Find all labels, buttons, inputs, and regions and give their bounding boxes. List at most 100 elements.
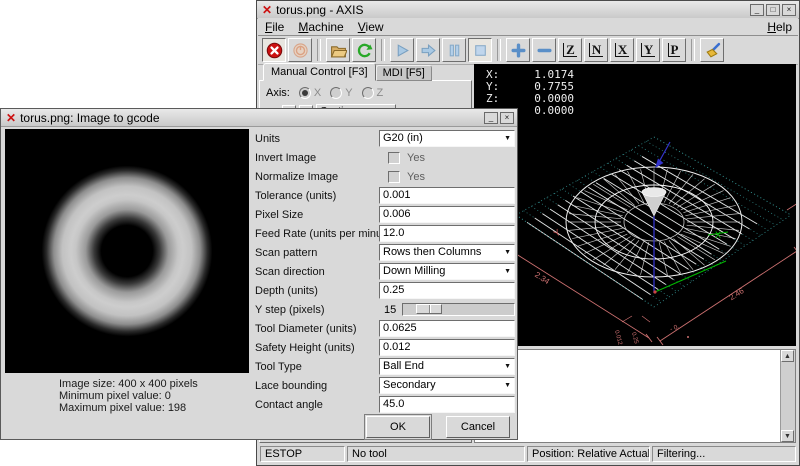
position-status: Position: Relative Actual bbox=[527, 446, 650, 462]
toolbar: ZNXYP bbox=[258, 36, 798, 65]
scan-direction-label: Scan direction bbox=[255, 266, 379, 278]
form-row-y-step-pixels: Y step (pixels)15 bbox=[255, 300, 517, 319]
chevron-down-icon: ▼ bbox=[504, 245, 511, 260]
maximize-button[interactable]: □ bbox=[766, 4, 780, 16]
tab-manual-control-f3[interactable]: Manual Control [F3] bbox=[263, 63, 376, 81]
view-y-button[interactable]: Y bbox=[636, 38, 660, 62]
task-status: Filtering... bbox=[652, 446, 796, 462]
depth-units-label: Depth (units) bbox=[255, 285, 379, 297]
safety-height-units-entry[interactable]: 0.012 bbox=[379, 339, 515, 356]
pause-icon bbox=[446, 42, 463, 59]
depth-units-entry[interactable]: 0.25 bbox=[379, 282, 515, 299]
tool-type-select[interactable]: Ball End▼ bbox=[379, 358, 515, 375]
stop-icon bbox=[472, 42, 489, 59]
chevron-down-icon: ▼ bbox=[504, 378, 511, 393]
form-row-safety-height-units: Safety Height (units)0.012 bbox=[255, 338, 517, 357]
units-select[interactable]: G20 (in)▼ bbox=[379, 130, 515, 147]
cancel-button[interactable]: Cancel bbox=[446, 416, 510, 438]
svg-text:0.25: 0.25 bbox=[630, 332, 639, 345]
units-label: Units bbox=[255, 133, 379, 145]
clear-plot-button[interactable] bbox=[700, 38, 724, 62]
zoom-out-button[interactable] bbox=[532, 38, 556, 62]
view-z-rotated-icon: N bbox=[589, 43, 603, 57]
scrollbar[interactable]: ▲ ▼ bbox=[780, 350, 795, 442]
menu-item-machine[interactable]: Machine bbox=[291, 19, 350, 35]
feed-rate-units-per-minute-entry[interactable]: 12.0 bbox=[379, 225, 515, 242]
view-z-rotated-button[interactable]: N bbox=[584, 38, 608, 62]
form-row-lace-bounding: Lace boundingSecondary▼ bbox=[255, 376, 517, 395]
view-perspective-button[interactable]: P bbox=[662, 38, 686, 62]
open-file-button[interactable] bbox=[326, 38, 350, 62]
y-step-pixels-label: Y step (pixels) bbox=[255, 304, 379, 316]
toolbar-separator bbox=[317, 39, 321, 61]
stop-button[interactable] bbox=[468, 38, 492, 62]
machine-power-button[interactable] bbox=[288, 38, 312, 62]
torus-image-preview bbox=[5, 129, 249, 373]
tolerance-units-entry[interactable]: 0.001 bbox=[379, 187, 515, 204]
minimize-button[interactable]: _ bbox=[750, 4, 764, 16]
step-button[interactable] bbox=[416, 38, 440, 62]
scan-direction-select[interactable]: Down Milling▼ bbox=[379, 263, 515, 280]
estop-status: ESTOP bbox=[260, 446, 345, 462]
estop-button[interactable] bbox=[262, 38, 286, 62]
normalize-image-checkbox[interactable] bbox=[388, 171, 400, 183]
lace-bounding-value: Secondary bbox=[383, 378, 436, 393]
pixel-size-entry[interactable]: 0.006 bbox=[379, 206, 515, 223]
view-x-button[interactable]: X bbox=[610, 38, 634, 62]
reload-button[interactable] bbox=[352, 38, 376, 62]
pause-button[interactable] bbox=[442, 38, 466, 62]
close-button[interactable]: × bbox=[500, 112, 514, 124]
menu-item-file[interactable]: File bbox=[258, 19, 291, 35]
toolbar-separator bbox=[691, 39, 695, 61]
axis-radio-y[interactable] bbox=[330, 87, 342, 99]
normalize-image-label: Normalize Image bbox=[255, 171, 379, 183]
contact-angle-label: Contact angle bbox=[255, 399, 379, 411]
view-y-icon: Y bbox=[641, 43, 655, 57]
gcode-listing[interactable]: ▲ ▼ bbox=[474, 349, 796, 443]
tool-diameter-units-entry[interactable]: 0.0625 bbox=[379, 320, 515, 337]
slider-handle[interactable] bbox=[416, 304, 442, 314]
chevron-down-icon: ▼ bbox=[504, 131, 511, 146]
minimize-button[interactable]: _ bbox=[484, 112, 498, 124]
form-row-tolerance-units: Tolerance (units)0.001 bbox=[255, 186, 517, 205]
zoom-in-button[interactable] bbox=[506, 38, 530, 62]
dialog-titlebar[interactable]: ✕ torus.png: Image to gcode _× bbox=[1, 109, 517, 127]
form-row-units: UnitsG20 (in)▼ bbox=[255, 129, 517, 148]
invert-image-label: Invert Image bbox=[255, 152, 379, 164]
chevron-down-icon: ▼ bbox=[504, 264, 511, 279]
menubar: FileMachineView Help bbox=[258, 18, 798, 36]
tool-status: No tool bbox=[347, 446, 525, 462]
gcode-settings-form: UnitsG20 (in)▼Invert ImageYesNormalize I… bbox=[255, 129, 517, 414]
contact-angle-entry[interactable]: 45.0 bbox=[379, 396, 515, 413]
form-row-normalize-image: Normalize ImageYes bbox=[255, 167, 517, 186]
tab-mdi-f5[interactable]: MDI [F5] bbox=[376, 65, 432, 81]
close-button[interactable]: × bbox=[782, 4, 796, 16]
view-x-icon: X bbox=[615, 43, 629, 57]
menu-item-help[interactable]: Help bbox=[761, 19, 798, 35]
ok-button[interactable]: OK bbox=[366, 416, 430, 438]
menu-item-view[interactable]: View bbox=[351, 19, 391, 35]
scroll-up-arrow[interactable]: ▲ bbox=[781, 350, 794, 362]
axis-radio-z[interactable] bbox=[362, 87, 374, 99]
view-z-button[interactable]: Z bbox=[558, 38, 582, 62]
svg-text:- 0.: - 0. bbox=[669, 323, 680, 333]
toolbar-separator bbox=[381, 39, 385, 61]
image-info: Image size: 400 x 400 pixelsMinimum pixe… bbox=[59, 378, 198, 414]
estop-icon bbox=[266, 42, 283, 59]
invert-image-checkbox[interactable] bbox=[388, 152, 400, 164]
run-button[interactable] bbox=[390, 38, 414, 62]
lace-bounding-select[interactable]: Secondary ▼ bbox=[379, 377, 515, 394]
axis-radio-x[interactable] bbox=[299, 87, 311, 99]
axis-titlebar[interactable]: ✕ torus.png - AXIS _□× bbox=[257, 1, 799, 19]
dro-label: Z: bbox=[486, 93, 504, 105]
form-row-scan-direction: Scan directionDown Milling▼ bbox=[255, 262, 517, 281]
image-info-line-2: Minimum pixel value: 0 bbox=[59, 390, 198, 402]
form-row-tool-diameter-units: Tool Diameter (units)0.0625 bbox=[255, 319, 517, 338]
scan-pattern-select[interactable]: Rows then Columns▼ bbox=[379, 244, 515, 261]
open-file-icon bbox=[330, 42, 347, 59]
axis-radio-label-z: Z bbox=[377, 87, 384, 99]
statusbar: ESTOPNo toolPosition: Relative ActualFil… bbox=[258, 445, 798, 464]
y-step-pixels-slider[interactable] bbox=[402, 303, 515, 316]
scroll-down-arrow[interactable]: ▼ bbox=[781, 430, 794, 442]
svg-text:X: X bbox=[715, 230, 721, 240]
